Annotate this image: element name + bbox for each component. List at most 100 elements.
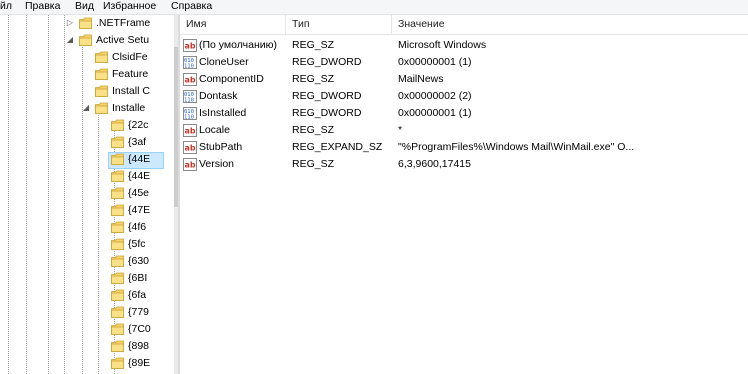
folder-icon bbox=[111, 238, 124, 250]
tree-node-label: {898 bbox=[128, 340, 150, 352]
value-name-cell: StubPath bbox=[199, 141, 243, 153]
svg-text:ab: ab bbox=[185, 76, 196, 85]
menu-edit[interactable]: Правка bbox=[25, 0, 60, 14]
folder-icon bbox=[111, 255, 124, 267]
tree-node[interactable]: {22c bbox=[0, 117, 174, 134]
tree-node[interactable]: {6BI bbox=[0, 270, 174, 287]
value-row[interactable]: 010 110 IsInstalled REG_DWORD 0x00000001 (1) bbox=[180, 105, 748, 122]
tree-node-label: Install C bbox=[112, 85, 150, 97]
value-row[interactable]: ab Version REG_SZ 6,3,9600,17415 bbox=[180, 156, 748, 173]
value-value-cell: "%ProgramFiles%\Windows Mail\WinMail.exe… bbox=[398, 141, 635, 153]
value-name-cell: IsInstalled bbox=[199, 107, 247, 119]
value-name-cell: CloneUser bbox=[199, 56, 249, 68]
tree-node[interactable]: {5fc bbox=[0, 236, 174, 253]
folder-icon bbox=[111, 187, 124, 199]
tree-node[interactable]: {47E bbox=[0, 202, 174, 219]
column-header-value[interactable]: Значение bbox=[392, 15, 748, 34]
menu-help[interactable]: Справка bbox=[171, 0, 212, 14]
tree-node-label: {89E bbox=[128, 357, 151, 369]
value-type-cell: REG_SZ bbox=[292, 73, 335, 85]
svg-text:ab: ab bbox=[185, 144, 196, 153]
svg-text:ab: ab bbox=[185, 42, 196, 51]
tree-node-label: Active Setu bbox=[96, 34, 150, 46]
header-divider bbox=[180, 34, 748, 35]
tree-node[interactable]: ▷ .NETFrame bbox=[0, 15, 174, 32]
tree-node[interactable]: ◢ Installe bbox=[0, 100, 174, 117]
string-value-icon: ab bbox=[183, 141, 197, 154]
tree-node-label: {779 bbox=[128, 306, 150, 318]
tree-node[interactable]: {7C0 bbox=[0, 321, 174, 338]
value-row[interactable]: 010 110 Dontask REG_DWORD 0x00000002 (2) bbox=[180, 88, 748, 105]
value-name-cell: Locale bbox=[199, 124, 230, 136]
tree-node[interactable]: ◢ Active Setu bbox=[0, 32, 174, 49]
tree-node[interactable]: {89E bbox=[0, 355, 174, 372]
tree-node-label: {4f6 bbox=[128, 221, 147, 233]
binary-value-icon: 010 110 bbox=[183, 90, 197, 104]
tree-node[interactable]: {4f6 bbox=[0, 219, 174, 236]
string-value-icon: ab bbox=[183, 124, 197, 137]
expand-arrow-icon[interactable]: ▷ bbox=[66, 19, 74, 27]
tree-node-label: {45e bbox=[128, 187, 150, 199]
value-type-cell: REG_SZ bbox=[292, 124, 335, 136]
string-value-icon: ab bbox=[183, 158, 197, 171]
value-row[interactable]: ab ComponentID REG_SZ MailNews bbox=[180, 71, 748, 88]
menu-view[interactable]: Вид bbox=[75, 0, 94, 14]
tree-node[interactable]: {898 bbox=[0, 338, 174, 355]
tree-node-label: .NETFrame bbox=[96, 17, 151, 29]
tree-node[interactable]: {6fa bbox=[0, 287, 174, 304]
value-name-cell: Dontask bbox=[199, 90, 238, 102]
value-row[interactable]: ab (По умолчанию) REG_SZ Microsoft Windows bbox=[180, 37, 748, 54]
folder-icon bbox=[111, 119, 124, 131]
value-row[interactable]: 010 110 CloneUser REG_DWORD 0x00000001 (1) bbox=[180, 54, 748, 71]
tree-node[interactable]: {630 bbox=[0, 253, 174, 270]
value-type-cell: REG_DWORD bbox=[292, 90, 362, 102]
column-header-name[interactable]: Имя bbox=[180, 15, 286, 34]
menu-bar: йл Правка Вид Избранное Справка bbox=[0, 0, 748, 15]
registry-values-list: Имя Тип Значение ab (По умолчанию) REG_SZ M… bbox=[180, 15, 748, 374]
value-type-cell: REG_DWORD bbox=[292, 56, 362, 68]
value-row[interactable]: ab StubPath REG_EXPAND_SZ "%ProgramFiles%\W… bbox=[180, 139, 748, 156]
tree-node-label: {5fc bbox=[128, 238, 146, 250]
value-row[interactable]: ab Locale REG_SZ * bbox=[180, 122, 748, 139]
tree-node-label: {3af bbox=[128, 136, 147, 148]
folder-icon bbox=[111, 136, 124, 148]
tree-node[interactable]: Install C bbox=[0, 83, 174, 100]
folder-icon bbox=[95, 85, 108, 97]
registry-key-tree[interactable]: ▷ .NETFrame ◢ Active Setu ClsidFe Feature Inst… bbox=[0, 15, 174, 374]
tree-node[interactable]: {44E bbox=[0, 151, 174, 169]
tree-node-label: {6fa bbox=[128, 289, 147, 301]
value-name-cell: Version bbox=[199, 158, 235, 170]
svg-text:110: 110 bbox=[184, 115, 194, 121]
menu-file[interactable]: йл bbox=[0, 0, 12, 14]
tree-node[interactable]: Feature bbox=[0, 66, 174, 83]
value-name-cell: ComponentID bbox=[199, 73, 264, 85]
collapse-arrow-icon[interactable]: ◢ bbox=[66, 36, 74, 44]
tree-node-label: {22c bbox=[128, 119, 149, 131]
folder-icon bbox=[111, 221, 124, 233]
tree-node-label: {44E bbox=[128, 153, 151, 165]
binary-value-icon: 010 110 bbox=[183, 56, 197, 70]
folder-icon bbox=[95, 102, 108, 114]
folder-icon bbox=[111, 306, 124, 318]
tree-node[interactable]: {44E bbox=[0, 168, 174, 185]
binary-value-icon: 010 110 bbox=[183, 107, 197, 121]
svg-text:110: 110 bbox=[184, 64, 194, 70]
value-type-cell: REG_EXPAND_SZ bbox=[292, 141, 383, 153]
folder-icon bbox=[95, 51, 108, 63]
folder-icon bbox=[111, 289, 124, 301]
tree-node-label: Installe bbox=[112, 102, 146, 114]
tree-node[interactable]: ClsidFe bbox=[0, 49, 174, 66]
tree-node[interactable]: {779 bbox=[0, 304, 174, 321]
folder-icon bbox=[111, 357, 124, 369]
tree-node[interactable]: {3af bbox=[0, 134, 174, 151]
folder-icon bbox=[111, 204, 124, 216]
collapse-arrow-icon[interactable]: ◢ bbox=[82, 104, 90, 112]
tree-node[interactable]: {45e bbox=[0, 185, 174, 202]
value-name-cell: (По умолчанию) bbox=[199, 39, 278, 51]
menu-favorites[interactable]: Избранное bbox=[103, 0, 156, 14]
value-value-cell: 0x00000001 (1) bbox=[398, 107, 472, 119]
value-type-cell: REG_DWORD bbox=[292, 107, 362, 119]
value-value-cell: Microsoft Windows bbox=[398, 39, 487, 51]
column-header-type[interactable]: Тип bbox=[286, 15, 392, 34]
value-value-cell: 0x00000002 (2) bbox=[398, 90, 472, 102]
